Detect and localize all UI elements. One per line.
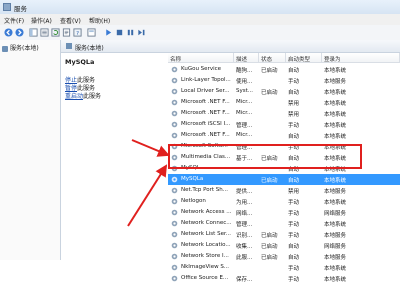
gear-icon [171, 275, 178, 282]
service-desc-cell: 保存... [236, 277, 253, 283]
service-name-cell: NkImageView S... [181, 264, 230, 270]
service-row[interactable]: Office Source E... 保存... 手动 本地系统 [168, 273, 400, 284]
annotation-arrows [127, 139, 170, 227]
service-startup-cell: 手动 [288, 266, 300, 272]
service-row[interactable]: NkImageView S... 手动 本地系统 [168, 262, 400, 273]
service-logon-cell: 本地系统 [324, 266, 347, 272]
arrow-to-mysqla [127, 164, 168, 227]
service-startup-cell: 手动 [288, 277, 300, 283]
arrow-to-mysql [131, 139, 170, 157]
service-logon-cell: 本地系统 [324, 277, 347, 283]
service-name-cell: Office Source E... [181, 275, 229, 281]
gear-icon [171, 264, 178, 271]
